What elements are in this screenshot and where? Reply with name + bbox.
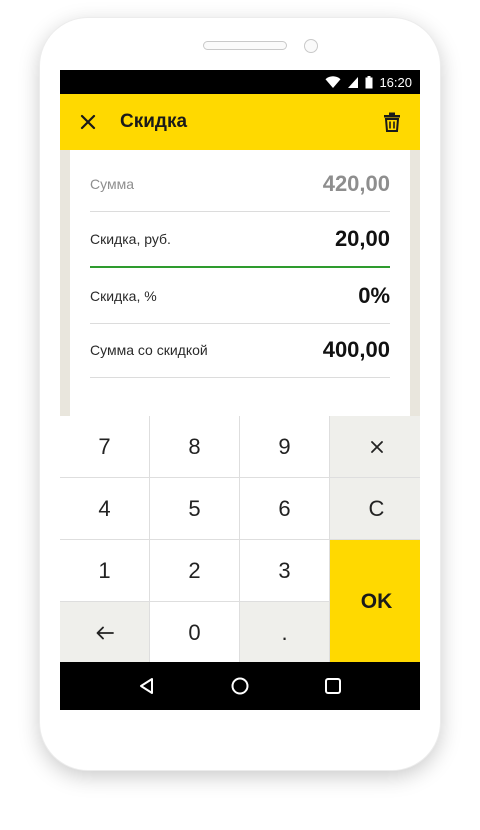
key-3[interactable]: 3	[240, 540, 329, 601]
field-sum-value: 420,00	[322, 170, 390, 196]
field-discounted-sum: Сумма со скидкой 400,00	[90, 322, 390, 378]
field-discount-percent[interactable]: Скидка, % 0%	[90, 268, 390, 324]
key-clear[interactable]: C	[330, 478, 420, 539]
field-discount-rub-label: Скидка, руб.	[90, 231, 171, 247]
status-time: 16:20	[379, 74, 412, 90]
screen: 16:20 Скидка Сумма 420,00 Скидка, руб. 2…	[60, 70, 420, 710]
key-backspace[interactable]	[60, 602, 149, 663]
key-9[interactable]: 9	[240, 416, 329, 477]
nav-recents-button[interactable]	[313, 666, 353, 706]
nav-home-button[interactable]	[220, 666, 260, 706]
field-discount-rub[interactable]: Скидка, руб. 20,00	[90, 212, 390, 268]
nav-home-icon	[231, 677, 249, 695]
close-icon	[80, 114, 96, 130]
field-sum-label: Сумма	[90, 175, 134, 192]
nav-back-button[interactable]	[127, 666, 167, 706]
field-discounted-sum-value: 400,00	[322, 336, 390, 362]
trash-icon	[384, 112, 400, 132]
field-sum: Сумма 420,00	[90, 156, 390, 212]
status-bar: 16:20	[60, 70, 420, 94]
ok-button[interactable]: OK	[330, 540, 420, 663]
key-5[interactable]: 5	[150, 478, 239, 539]
key-4[interactable]: 4	[60, 478, 149, 539]
multiply-icon	[370, 440, 383, 453]
field-discount-percent-label: Скидка, %	[90, 287, 157, 304]
numeric-keypad: 7 8 9 4 5 6 C 1 2 3 OK 0 .	[60, 416, 420, 663]
field-discount-percent-value[interactable]: 0%	[358, 283, 390, 309]
nav-recents-icon	[325, 678, 342, 694]
delete-button[interactable]	[370, 94, 414, 150]
wifi-icon	[325, 75, 341, 88]
speaker-grille	[203, 41, 287, 50]
phone-frame: 16:20 Скидка Сумма 420,00 Скидка, руб. 2…	[40, 18, 440, 770]
close-button[interactable]	[60, 94, 116, 150]
nav-back-icon	[139, 678, 153, 694]
field-discounted-sum-label: Сумма со скидкой	[90, 341, 208, 358]
signal-icon	[348, 76, 359, 88]
key-multiply[interactable]	[330, 416, 420, 477]
key-1[interactable]: 1	[60, 540, 149, 601]
system-nav-bar	[60, 662, 420, 710]
key-7[interactable]: 7	[60, 416, 149, 477]
key-decimal[interactable]: .	[240, 602, 329, 663]
field-discount-rub-value[interactable]: 20,00	[335, 226, 390, 252]
key-2[interactable]: 2	[150, 540, 239, 601]
battery-icon	[365, 75, 373, 88]
key-6[interactable]: 6	[240, 478, 329, 539]
key-8[interactable]: 8	[150, 416, 239, 477]
arrow-left-icon	[96, 626, 114, 639]
discount-form: Сумма 420,00 Скидка, руб. 20,00 Скидка, …	[70, 150, 410, 416]
front-camera	[304, 39, 318, 53]
key-0[interactable]: 0	[150, 602, 239, 663]
app-toolbar: Скидка	[60, 94, 420, 150]
page-title: Скидка	[120, 111, 188, 132]
